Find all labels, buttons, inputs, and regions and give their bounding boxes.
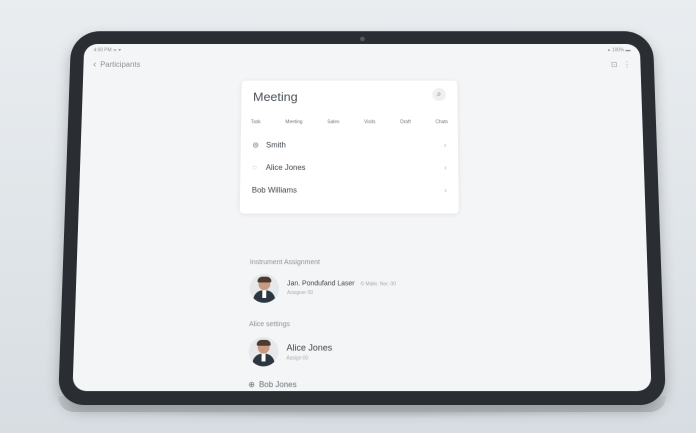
chevron-right-icon: › <box>443 140 447 149</box>
nav-bar: ‹ Participants ⊡ ⋮ <box>92 59 631 75</box>
person-info: Alice Jones Assign 00 <box>286 342 332 361</box>
status-left: 4:00 PM ᯤ ▾ <box>93 47 121 54</box>
list-item-label: Smith <box>265 140 286 149</box>
chevron-right-icon: › <box>444 185 447 195</box>
section-label: Instrument Assignment <box>249 259 320 267</box>
back-button[interactable]: ‹ Participants <box>92 59 141 70</box>
person-icon: ⊕ <box>248 380 256 390</box>
list-item-label: Bob Williams <box>251 185 297 195</box>
chevron-right-icon: › <box>443 162 447 172</box>
person-info: Jan. Pondufand Laser © Malin. Nor. 00 As… <box>287 281 396 296</box>
person-name-text: Jan. Pondufand Laser <box>287 280 355 288</box>
tablet-screen: 4:00 PM ᯤ ▾ ▸ 100% ▬ ‹ Participants ⊡ ⋮ … <box>72 43 652 392</box>
person-name: Jan. Pondufand Laser © Malin. Nor. 00 <box>287 281 396 288</box>
person-item[interactable]: Alice Jones Assign 00 <box>248 336 333 367</box>
list-item-label: Bob Jones <box>258 380 297 390</box>
person-name: Alice Jones <box>286 342 333 353</box>
list-item-label: Alice Jones <box>265 162 306 172</box>
status-bar: 4:00 PM ᯤ ▾ ▸ 100% ▬ <box>93 47 631 55</box>
list-item-alice[interactable]: ◌ Alice Jones › <box>252 159 447 176</box>
tab-bar: Task Meeting Sales Visits Draft Chats <box>251 119 448 125</box>
avatar <box>248 336 279 367</box>
back-label: Participants <box>100 60 141 69</box>
list-item-bob[interactable]: Bob Williams › <box>252 181 447 198</box>
status-right: ▸ 100% ▬ <box>608 47 631 54</box>
search-icon[interactable]: ⌕ <box>432 87 446 101</box>
meeting-card: Meeting ⌕ Task Meeting Sales Visits Draf… <box>239 80 459 214</box>
card-title: Meeting <box>252 89 298 104</box>
tab-visits[interactable]: Visits <box>364 119 375 125</box>
camera-dot <box>360 36 365 42</box>
more-icon[interactable]: ⋮ <box>623 60 631 68</box>
person-item[interactable]: Jan. Pondufand Laser © Malin. Nor. 00 As… <box>249 273 396 303</box>
tab-task[interactable]: Task <box>251 119 261 125</box>
list-item-smith[interactable]: ⊜ Smith › <box>252 136 446 153</box>
tab-meeting[interactable]: Meeting <box>285 119 302 125</box>
tab-chats[interactable]: Chats <box>435 119 448 125</box>
share-icon[interactable]: ⊡ <box>611 60 618 68</box>
chevron-left-icon: ‹ <box>92 59 97 70</box>
tab-draft[interactable]: Draft <box>400 119 411 125</box>
tablet-device: 4:00 PM ᯤ ▾ ▸ 100% ▬ ‹ Participants ⊡ ⋮ … <box>58 31 666 405</box>
person-extra: © Malin. Nor. 00 <box>360 281 396 288</box>
avatar <box>249 273 280 303</box>
list-item-bob-jones[interactable]: ⊕ Bob Jones <box>248 380 296 389</box>
chat-icon: ◌ <box>252 162 257 172</box>
section-label: Alice settings <box>249 321 290 329</box>
nav-icons: ⊡ ⋮ <box>611 60 631 68</box>
tab-sales[interactable]: Sales <box>327 119 339 125</box>
at-icon: ⊜ <box>252 140 259 149</box>
person-subtitle: Assign 00 <box>286 355 309 361</box>
person-subtitle: Assigner 00 <box>286 290 314 297</box>
